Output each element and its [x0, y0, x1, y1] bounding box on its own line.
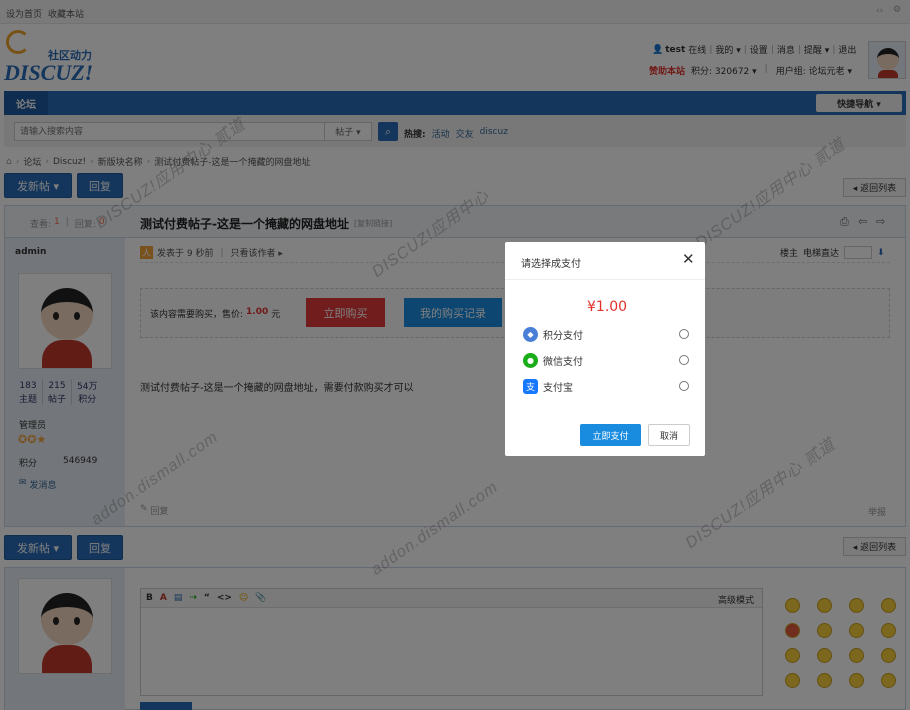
payment-modal: 请选择成支付 ✕ ¥1.00 ◆ 积分支付 ● 微信支付 支 支付宝 立即支付 … — [505, 242, 705, 456]
payment-option-alipay[interactable]: 支 支付宝 — [523, 378, 689, 394]
points-pay-icon: ◆ — [523, 326, 538, 342]
modal-overlay[interactable] — [0, 0, 910, 710]
payment-option-points[interactable]: ◆ 积分支付 — [523, 326, 689, 342]
cancel-button[interactable]: 取消 — [648, 424, 690, 446]
alipay-icon: 支 — [523, 378, 538, 394]
payment-option-label: 支付宝 — [543, 382, 573, 394]
pay-now-button[interactable]: 立即支付 — [580, 424, 641, 446]
modal-divider — [505, 279, 705, 280]
modal-title: 请选择成支付 — [521, 259, 581, 270]
payment-option-wechat[interactable]: ● 微信支付 — [523, 352, 689, 368]
payment-amount: ¥1.00 — [587, 299, 628, 315]
payment-option-label: 积分支付 — [543, 330, 583, 342]
payment-option-label: 微信支付 — [543, 356, 583, 368]
wechat-pay-icon: ● — [523, 352, 538, 368]
close-icon[interactable]: ✕ — [682, 250, 695, 268]
payment-radio[interactable] — [679, 381, 689, 391]
payment-radio[interactable] — [679, 355, 689, 365]
payment-radio[interactable] — [679, 329, 689, 339]
